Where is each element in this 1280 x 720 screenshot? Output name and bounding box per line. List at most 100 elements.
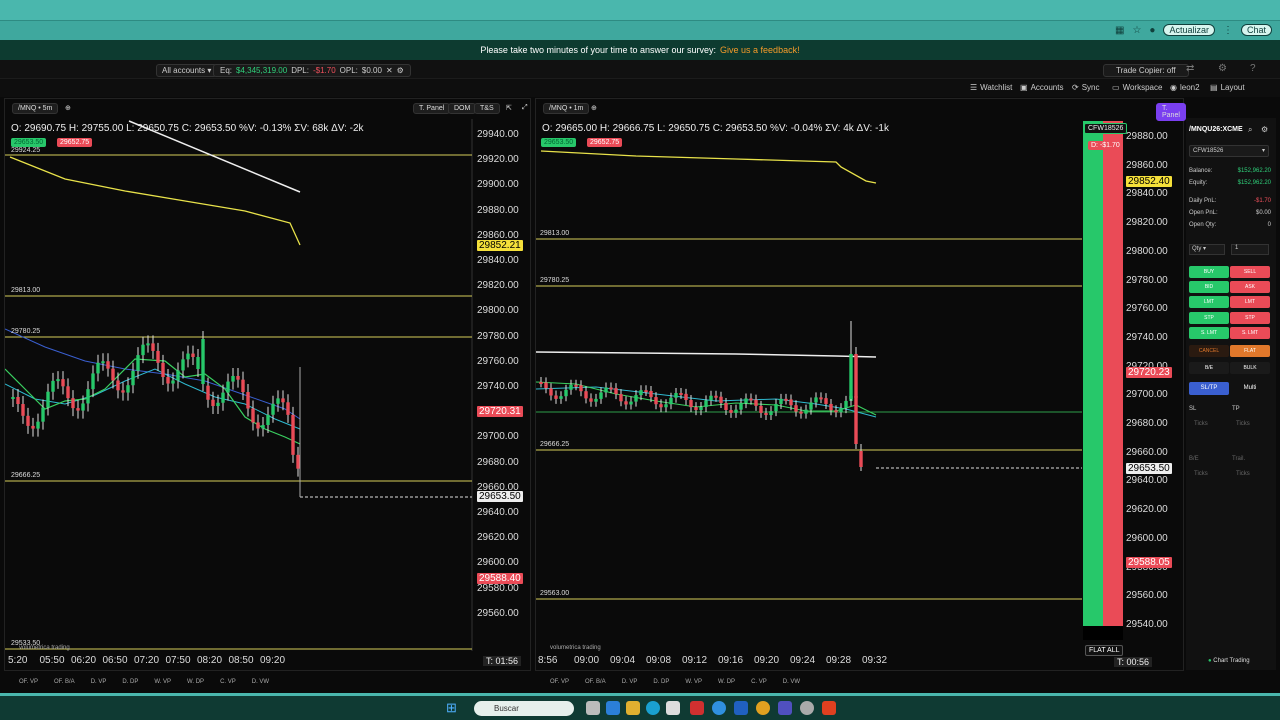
bottom-tab[interactable]: D. VP xyxy=(91,679,107,685)
order-button-left[interactable]: BID xyxy=(1189,281,1229,293)
expand-icon[interactable]: ⤢ xyxy=(517,103,533,113)
trade-symbol[interactable]: /MNQU26:XCME xyxy=(1189,126,1243,133)
teams-icon[interactable] xyxy=(778,701,792,715)
bottom-tab[interactable]: W. DP xyxy=(718,679,735,685)
candle xyxy=(794,405,798,412)
chart2-symbol[interactable]: /MNQ • 1m xyxy=(543,103,590,114)
workspace-button[interactable]: ▭ Workspace xyxy=(1112,83,1162,92)
file-explorer-icon[interactable] xyxy=(626,701,640,715)
bottom-tab[interactable]: D. VP xyxy=(622,679,638,685)
chart1-ask-tag[interactable]: 29652.75 xyxy=(57,138,93,147)
order-button-right[interactable]: LMT xyxy=(1230,296,1270,308)
accounts-dropdown[interactable]: All accounts ▾ xyxy=(156,64,218,77)
chart2-canvas[interactable] xyxy=(536,99,1185,672)
order-button-left[interactable]: BUY xyxy=(1189,266,1229,278)
account-select[interactable]: CFW18526 ▾ xyxy=(1189,145,1269,157)
popout-icon[interactable]: ⇱ xyxy=(501,103,517,113)
bottom-tab[interactable]: OF. VP xyxy=(550,679,569,685)
wallet-icon: ▣ xyxy=(1020,83,1028,92)
order-button-right[interactable]: BULK xyxy=(1230,362,1270,374)
order-button-left[interactable]: LMT xyxy=(1189,296,1229,308)
settings-icon[interactable] xyxy=(800,701,814,715)
bottom-tab[interactable]: W. VP xyxy=(154,679,171,685)
chart1-canvas[interactable] xyxy=(5,99,532,672)
multi-tab[interactable]: Multi xyxy=(1230,382,1270,395)
qty-input[interactable]: 1 xyxy=(1231,244,1269,255)
order-button-left[interactable]: B/E xyxy=(1189,362,1229,374)
flat-all-button[interactable]: FLAT ALL xyxy=(1085,645,1124,656)
profile-icon[interactable]: ● xyxy=(1149,25,1155,36)
bottom-tab[interactable]: C. VP xyxy=(751,679,767,685)
app-icon[interactable] xyxy=(690,701,704,715)
bottom-tab[interactable]: OF. B/A xyxy=(54,679,75,685)
close-icon[interactable]: ✕ xyxy=(386,66,393,75)
windows-start-icon[interactable]: ⊞ xyxy=(446,700,457,716)
taskbar-search[interactable]: Buscar xyxy=(474,701,574,716)
chart1-symbol[interactable]: /MNQ • 5m xyxy=(12,103,59,114)
user-icon: ◉ xyxy=(1170,83,1177,92)
search-icon[interactable]: ⌕ xyxy=(1248,125,1252,135)
order-button-left[interactable]: S. LMT xyxy=(1189,327,1229,339)
chart1-ts-button[interactable]: T&S xyxy=(474,103,500,114)
order-button-left[interactable]: CANCEL xyxy=(1189,345,1229,357)
bottom-tab[interactable]: W. DP xyxy=(187,679,204,685)
chart1-bid-tag[interactable]: 29653.50 xyxy=(11,138,47,147)
accounts-button[interactable]: ▣ Accounts xyxy=(1020,83,1063,92)
bottom-tab[interactable]: OF. VP xyxy=(19,679,38,685)
menu-icon[interactable]: ⋮ xyxy=(1223,25,1233,36)
bottom-tab[interactable]: D. DP xyxy=(653,679,669,685)
help-icon[interactable] xyxy=(712,701,726,715)
store-icon[interactable] xyxy=(666,701,680,715)
chart2-ask-tag[interactable]: 29652.75 xyxy=(587,138,623,147)
chart2-tpanel-button[interactable]: T. Panel xyxy=(1156,103,1186,121)
chart1-dom-button[interactable]: DOM xyxy=(448,103,477,114)
help-icon[interactable]: ? xyxy=(1250,63,1256,74)
order-button-right[interactable]: SELL xyxy=(1230,266,1270,278)
bottom-tab[interactable]: D. DP xyxy=(122,679,138,685)
update-button[interactable]: Actualizar xyxy=(1163,24,1215,36)
edge-icon[interactable] xyxy=(646,701,660,715)
order-button-left[interactable]: STP xyxy=(1189,312,1229,324)
candle xyxy=(759,405,763,413)
candle xyxy=(286,402,290,415)
chrome-icon[interactable] xyxy=(756,701,770,715)
chart-panel-5m[interactable]: /MNQ • 5m ⊕ T. Panel DOM T&S ⇱ ⤢ O: 2969… xyxy=(4,98,533,685)
bottom-tab[interactable]: C. VP xyxy=(220,679,236,685)
watchlist-button[interactable]: ☰ Watchlist xyxy=(970,83,1012,92)
sltp-tab[interactable]: SL/TP xyxy=(1189,382,1229,395)
chat-button[interactable]: Chat xyxy=(1240,24,1272,36)
gear-icon[interactable]: ⚙ xyxy=(1261,125,1268,134)
chart1-tpanel-button[interactable]: T. Panel xyxy=(413,103,451,114)
star-icon[interactable]: ☆ xyxy=(1132,25,1141,36)
chart1-red-badge-2: 29588.40 xyxy=(477,573,523,584)
trading-app-icon[interactable] xyxy=(822,701,836,715)
survey-link[interactable]: Give us a feedback! xyxy=(720,45,800,55)
settings-icon[interactable]: ⚙ xyxy=(1218,63,1227,74)
bottom-tab[interactable]: OF. B/A xyxy=(585,679,606,685)
chart2-bid-tag[interactable]: 29653.50 xyxy=(541,138,577,147)
task-view-icon[interactable] xyxy=(586,701,600,715)
candle xyxy=(101,361,105,364)
order-button-right[interactable]: FLAT xyxy=(1230,345,1270,357)
bottom-tab[interactable]: W. VP xyxy=(685,679,702,685)
layout-button[interactable]: ▤ Layout xyxy=(1210,83,1245,92)
widgets-icon[interactable] xyxy=(606,701,620,715)
mail-icon[interactable] xyxy=(734,701,748,715)
bottom-tab[interactable]: D. VW xyxy=(783,679,800,685)
order-button-right[interactable]: ASK xyxy=(1230,281,1270,293)
bottom-tab[interactable]: D. VW xyxy=(252,679,269,685)
sync-button[interactable]: ⟳ Sync xyxy=(1072,83,1100,92)
extensions-icon[interactable]: ▦ xyxy=(1115,25,1124,36)
add-icon[interactable]: ⊕ xyxy=(586,103,602,113)
link-icon[interactable]: ⇄ xyxy=(1186,63,1194,74)
gear-icon[interactable]: ⚙ xyxy=(397,66,404,75)
qty-label[interactable]: Qty ▾ xyxy=(1189,244,1225,255)
trade-copier-button[interactable]: Trade Copier: off xyxy=(1103,64,1189,77)
user-button[interactable]: ◉ leon2 xyxy=(1170,83,1200,92)
order-button-right[interactable]: STP xyxy=(1230,312,1270,324)
chart-panel-1m[interactable]: /MNQ • 1m ⊕ T. Panel O: 29665.00 H: 2966… xyxy=(535,98,1186,685)
order-button-right[interactable]: S. LMT xyxy=(1230,327,1270,339)
opl-label: OPL: xyxy=(339,66,358,75)
add-icon[interactable]: ⊕ xyxy=(60,103,76,113)
x-tick-label: 06:50 xyxy=(102,655,128,666)
